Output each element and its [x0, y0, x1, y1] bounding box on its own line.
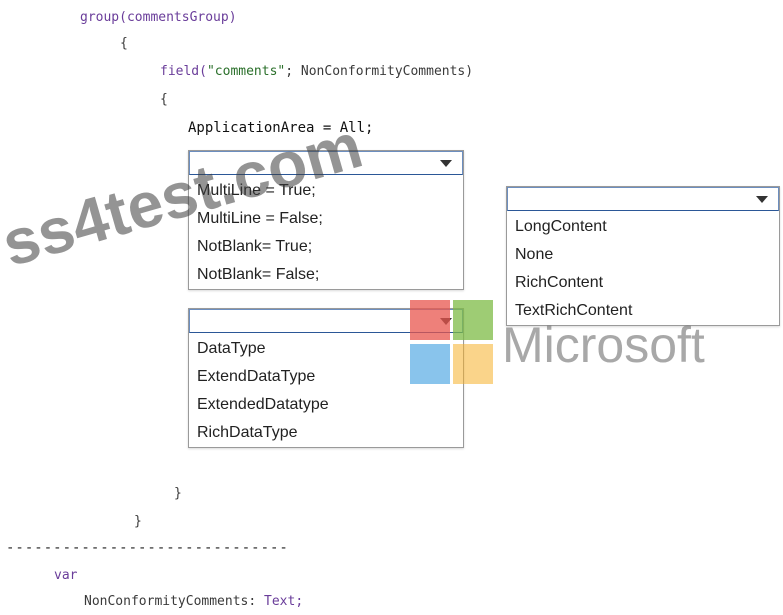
ms-logo-yellow-tile	[453, 344, 493, 384]
watermark-microsoft: Microsoft	[502, 317, 705, 373]
dropdown-content-list: LongContent None RichContent TextRichCon…	[507, 211, 779, 325]
brace-close-outer: }	[134, 514, 142, 529]
var-type: Text;	[264, 594, 304, 609]
code-group-text: group(commentsGroup)	[80, 10, 237, 25]
separator-line: ------------------------------	[6, 540, 289, 556]
dropdown-option[interactable]: ExtendedDatatype	[189, 391, 463, 419]
field-string: "comments"	[206, 64, 286, 79]
chevron-down-icon[interactable]	[440, 160, 452, 167]
dropdown-content-header[interactable]	[507, 187, 779, 211]
ms-logo-blue-tile	[410, 344, 450, 384]
brace-close-inner: }	[174, 486, 182, 501]
chevron-down-icon[interactable]	[756, 196, 768, 203]
var-keyword: var	[54, 568, 78, 583]
brace-open-outer: {	[120, 36, 128, 51]
dropdown-option[interactable]: NotBlank= True;	[189, 233, 463, 261]
dropdown-option[interactable]: RichDataType	[189, 419, 463, 447]
field-rest: ; NonConformityComments)	[285, 64, 474, 79]
ms-logo-red-tile	[410, 300, 450, 340]
field-keyword: field(	[160, 64, 207, 79]
dropdown-content-type[interactable]: LongContent None RichContent TextRichCon…	[506, 186, 780, 326]
dropdown-option[interactable]: LongContent	[507, 213, 779, 241]
dropdown-option[interactable]: RichContent	[507, 269, 779, 297]
code-var-line: var	[54, 568, 77, 583]
dropdown-option[interactable]: NotBlank= False;	[189, 261, 463, 289]
ms-logo-green-tile	[453, 300, 493, 340]
brace-open-inner: {	[160, 92, 168, 107]
code-line-field: field("comments"; NonConformityComments)	[160, 64, 473, 79]
dropdown-option[interactable]: None	[507, 241, 779, 269]
code-line-group: group(commentsGroup)	[80, 10, 237, 25]
code-var-declaration: NonConformityComments: Text;	[84, 594, 303, 609]
var-name: NonConformityComments:	[84, 594, 265, 609]
